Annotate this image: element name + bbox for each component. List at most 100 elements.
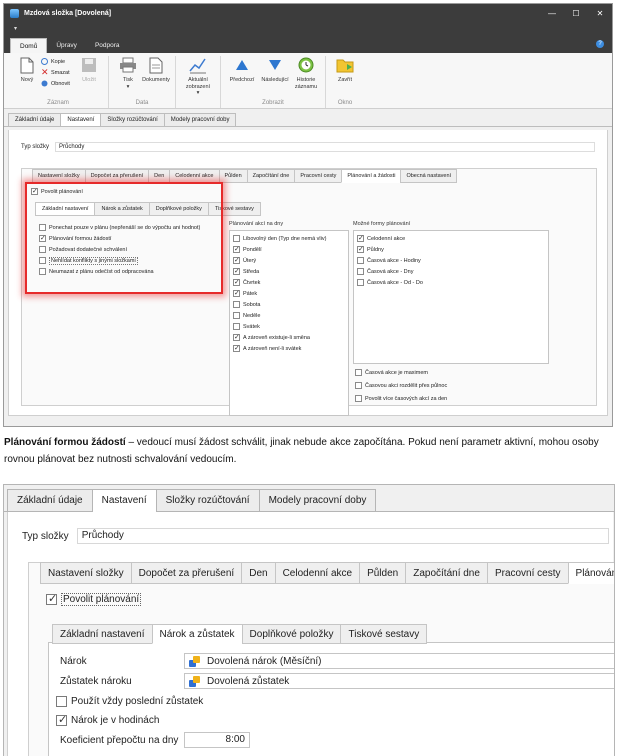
menu-tab-upravy[interactable]: Úpravy (47, 38, 86, 53)
delete-button[interactable]: ✕ Smazat (41, 67, 75, 78)
tab-zapocitani-dne[interactable]: Započítání dne (405, 562, 488, 584)
refresh-button[interactable]: Obnovit (41, 78, 75, 89)
close-button[interactable]: ✕ (588, 9, 612, 18)
print-button[interactable]: Tisk ▾ (114, 56, 142, 90)
highlight-box (25, 182, 223, 294)
refresh-icon (41, 80, 48, 87)
day-item[interactable]: Středa (233, 266, 345, 277)
arrow-down-icon (266, 56, 284, 74)
checkbox-icon (355, 382, 362, 389)
day-item[interactable]: Svátek (233, 321, 345, 332)
tab-planovani-a-zadosti[interactable]: Plánování a žádosti (567, 562, 614, 584)
tab-dopocet[interactable]: Dopočet za přerušení (130, 562, 243, 584)
subtab-tiskove-sestavy[interactable]: Tiskové sestavy (340, 624, 428, 644)
tab-celodenni-akce[interactable]: Celodenní akce (274, 562, 361, 584)
form-item[interactable]: Časová akce - Od - Do (357, 277, 545, 288)
tab-nastaveni[interactable]: Nastavení (91, 489, 157, 512)
form-item[interactable]: Celodenní akce (357, 233, 545, 244)
koeficient-input[interactable]: 8:00 (184, 732, 250, 748)
tab-den[interactable]: Den (241, 562, 276, 584)
window-titlebar: Mzdová složka [Dovolená] — ☐ ✕ (4, 4, 612, 23)
tab-slozky-rozuctovani[interactable]: Složky rozúčtování (155, 489, 260, 511)
narok-select[interactable]: Dovolená nárok (Měsíční) (184, 653, 614, 669)
narok-v-hodinach-label: Nárok je v hodinách (71, 715, 160, 726)
tab-zakladni-udaje[interactable]: Základní údaje (7, 489, 93, 511)
typ-slozky-field[interactable]: Průchody (76, 528, 609, 544)
minimize-button[interactable]: — (540, 9, 564, 18)
tab-pracovni-cesty[interactable]: Pracovní cesty (294, 169, 343, 183)
tab-dopocet[interactable]: Dopočet za přerušení (84, 169, 150, 183)
main-tab-bar-large: Základní údaje Nastavení Složky rozúčtov… (4, 485, 614, 512)
day-item[interactable]: Libovolný den (Typ dne nemá vliv) (233, 233, 345, 244)
day-item[interactable]: Neděle (233, 310, 345, 321)
quick-access-toolbar[interactable]: ▾ (4, 23, 612, 36)
day-label: Sobota (243, 301, 261, 308)
tab-pracovni-cesty[interactable]: Pracovní cesty (486, 562, 569, 584)
subtab-zakladni-nastaveni[interactable]: Základní nastavení (52, 624, 153, 644)
povolit-planovani-checkbox[interactable]: Povolit plánování (46, 592, 142, 606)
day-item[interactable]: Pondělí (233, 244, 345, 255)
close-window-button[interactable]: Zavřít (331, 56, 359, 84)
day-label: Pátek (243, 290, 258, 297)
ribbon-group-view: Aktuální zobrazení ▾ (176, 56, 221, 108)
tab-modely-pracovni-doby[interactable]: Modely pracovní doby (258, 489, 377, 511)
tab-modely-pracovni-doby[interactable]: Modely pracovní doby (163, 113, 237, 126)
tab-celodenni-akce[interactable]: Celodenní akce (169, 169, 220, 183)
checkbox-icon (233, 267, 240, 275)
tab-den[interactable]: Den (148, 169, 171, 183)
option-label: Časová akce je maximem (365, 369, 428, 376)
documents-button[interactable]: Dokumenty (142, 56, 170, 84)
checkbox-icon (233, 256, 240, 264)
checkbox-icon (357, 268, 364, 275)
form-item[interactable]: Časová akce - Dny (357, 266, 545, 277)
option-casova-akce-maximem[interactable]: Časová akce je maximem (355, 366, 447, 379)
tab-nastaveni-slozky[interactable]: Nastavení složky (32, 169, 86, 183)
subtab-doplnkove-polozky[interactable]: Doplňkové položky (241, 624, 342, 644)
zustatek-label: Zůstatek nároku (60, 676, 132, 687)
current-view-dropdown-icon[interactable]: ▾ (197, 90, 200, 97)
copy-button[interactable]: Kopie (41, 56, 75, 67)
new-button[interactable]: Nový (13, 56, 41, 84)
narok-v-hodinach-checkbox[interactable]: Nárok je v hodinách (56, 713, 160, 726)
day-item[interactable]: Pátek (233, 288, 345, 299)
typ-slozky-row: Typ složky Průchody (21, 142, 596, 152)
ribbon-group-okno: Zavřít Okno (326, 56, 364, 108)
menu-tab-domu[interactable]: Domů (10, 38, 48, 53)
tab-obecna-nastaveni[interactable]: Obecná nastavení (400, 169, 458, 183)
screenshot-bottom: Základní údaje Nastavení Složky rozúčtov… (3, 484, 615, 756)
maximize-button[interactable]: ☐ (564, 9, 588, 18)
day-item[interactable]: Čtvrtek (233, 277, 345, 288)
day-item[interactable]: Sobota (233, 299, 345, 310)
form-item[interactable]: Půldny (357, 244, 545, 255)
form-item[interactable]: Časová akce - Hodiny (357, 255, 545, 266)
tab-pulden[interactable]: Půlden (218, 169, 248, 183)
tab-zapocitani-dne[interactable]: Započítání dne (246, 169, 296, 183)
print-dropdown-icon[interactable]: ▾ (127, 84, 130, 91)
tab-zakladni-udaje[interactable]: Základní údaje (8, 113, 62, 126)
day-item[interactable]: A zároveň není-li svátek (233, 343, 345, 354)
description-text: Plánování formou žádostí – vedoucí musí … (4, 434, 612, 468)
ribbon-group-zobrazit: Předchozí Následující Historie záznamu Z… (221, 56, 326, 108)
tab-planovani-a-zadosti[interactable]: Plánování a žádosti (341, 169, 402, 183)
typ-slozky-field[interactable]: Průchody (55, 142, 596, 152)
next-button[interactable]: Následující (258, 56, 292, 84)
tab-nastaveni[interactable]: Nastavení (60, 113, 102, 126)
day-item[interactable]: Úterý (233, 255, 345, 266)
menu-tab-podpora[interactable]: Podpora (86, 38, 129, 53)
history-button[interactable]: Historie záznamu (292, 56, 320, 90)
tab-slozky-rozuctovani[interactable]: Složky rozúčtování (100, 113, 165, 126)
option-rozdelit-pres-pulnoc[interactable]: Časovou akci rozdělit přes půlnoc (355, 379, 447, 392)
tab-pulden[interactable]: Půlden (359, 562, 407, 584)
help-icon[interactable]: ? (596, 40, 604, 48)
window-title: Mzdová složka [Dovolená] (24, 10, 112, 17)
previous-button[interactable]: Předchozí (226, 56, 258, 84)
tab-nastaveni-slozky[interactable]: Nastavení složky (40, 562, 132, 584)
current-view-button[interactable]: Aktuální zobrazení ▾ (181, 56, 215, 97)
subtab-narok-a-zustatek[interactable]: Nárok a zůstatek (151, 624, 243, 644)
quick-access-chevron-icon[interactable]: ▾ (14, 26, 17, 32)
day-item[interactable]: A zároveň existuje-li směna (233, 332, 345, 343)
zustatek-select[interactable]: Dovolená zůstatek (184, 673, 614, 689)
pouzit-posledni-zustatek-checkbox[interactable]: Použít vždy poslední zůstatek (56, 696, 203, 707)
option-vice-casovych-akci[interactable]: Povolit více časových akcí za den (355, 392, 447, 405)
save-button[interactable]: Uložit (75, 56, 103, 84)
